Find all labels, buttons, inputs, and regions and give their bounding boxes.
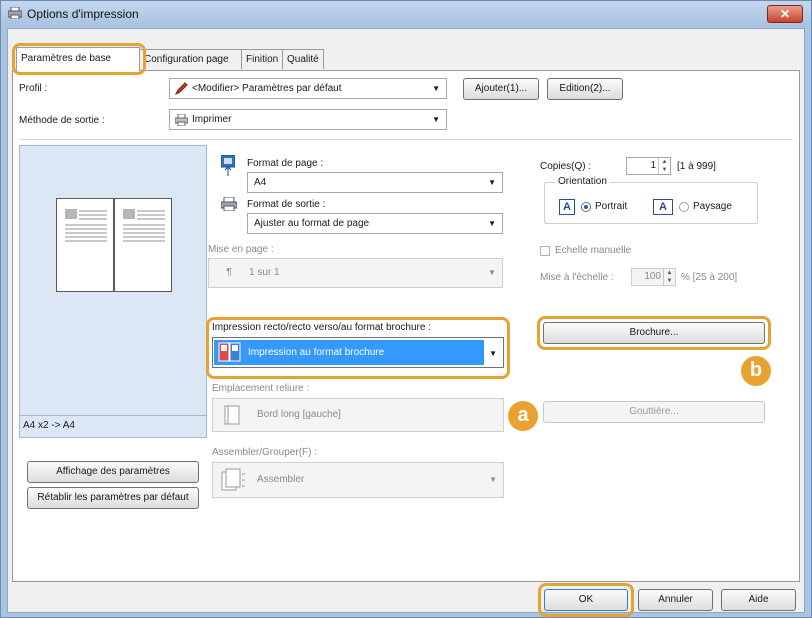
divider	[19, 139, 793, 140]
portrait-radio[interactable]	[581, 202, 591, 212]
printer-icon	[175, 114, 188, 126]
callout-a: a	[508, 401, 538, 431]
tab-quality[interactable]: Qualité	[282, 49, 324, 69]
page-size-label: Format de page :	[247, 158, 324, 169]
manual-scale-checkbox[interactable]	[540, 246, 550, 256]
page-size-value: A4	[254, 177, 267, 188]
output-size-value: Ajuster au format de page	[254, 218, 370, 229]
binding-label: Emplacement reliure :	[212, 383, 310, 394]
chevron-down-icon: ▼	[489, 349, 497, 358]
layout-value: 1 sur 1	[249, 267, 280, 278]
manual-scale-label: Echelle manuelle	[555, 245, 632, 256]
callout-b: b	[741, 356, 771, 386]
layout-select: ¶ 1 sur 1 ▼	[208, 258, 503, 288]
gutter-button: Gouttière...	[543, 401, 765, 423]
landscape-icon: A	[653, 199, 673, 215]
profile-value: <Modifier> Paramètres par défaut	[192, 83, 342, 94]
landscape-radio[interactable]	[679, 202, 689, 212]
duplex-select[interactable]: Impression au format brochure ▼	[212, 337, 504, 368]
collate-select: Assembler ▼	[212, 462, 504, 498]
copies-input[interactable]: 1 ▲ ▼	[626, 157, 671, 175]
chevron-down-icon: ▼	[432, 115, 440, 124]
dialog-client: Paramètres de base Configuration page Fi…	[7, 28, 805, 617]
copies-value: 1	[650, 160, 656, 171]
binding-value: Bord long [gauche]	[257, 409, 341, 420]
binding-select: Bord long [gauche]	[212, 398, 504, 432]
scale-input: 100 ▲ ▼	[631, 268, 676, 286]
preview-page-left	[56, 198, 114, 292]
scale-label: Mise à l'échelle :	[540, 272, 614, 283]
scale-range: % [25 à 200]	[681, 272, 738, 283]
title-bar: Options d'impression ✕	[1, 1, 811, 27]
spinner-arrows-icon[interactable]: ▲ ▼	[658, 158, 670, 174]
output-method-value: Imprimer	[192, 114, 232, 125]
preview-caption: A4 x2 -> A4	[19, 416, 207, 438]
chevron-down-icon: ▼	[489, 475, 497, 484]
chevron-down-icon: ▼	[488, 219, 496, 228]
profile-label: Profil :	[19, 83, 48, 94]
tab-page-setup[interactable]: Configuration page	[139, 49, 242, 69]
output-size-label: Format de sortie :	[247, 199, 326, 210]
chevron-down-icon: ▼	[432, 84, 440, 93]
edit-profile-button[interactable]: Edition(2)...	[547, 78, 623, 100]
portrait-label: Portrait	[595, 201, 628, 212]
duplex-label: Impression recto/recto verso/au format b…	[212, 322, 431, 333]
output-method-label: Méthode de sortie :	[19, 115, 105, 126]
tab-basic-settings[interactable]: Paramètres de base	[16, 47, 140, 71]
show-settings-button[interactable]: Affichage des paramètres	[27, 461, 199, 483]
page-size-icon	[221, 155, 235, 176]
close-button[interactable]: ✕	[767, 5, 803, 23]
landscape-label: Paysage	[693, 201, 732, 212]
copies-label: Copies(Q) :	[540, 161, 592, 172]
scale-value: 100	[644, 271, 661, 282]
cancel-button[interactable]: Annuler	[638, 589, 713, 611]
preview-page-right	[114, 198, 172, 292]
layout-label: Mise en page :	[208, 244, 274, 255]
page-size-select[interactable]: A4 ▼	[247, 172, 503, 193]
portrait-icon: A	[559, 199, 575, 215]
copies-range: [1 à 999]	[677, 161, 716, 172]
basic-settings-panel: Profil : <Modifier> Paramètres par défau…	[12, 70, 800, 582]
print-options-window: Options d'impression ✕ Paramètres de bas…	[0, 0, 812, 618]
pencil-icon	[175, 82, 188, 95]
booklet-icon	[218, 342, 241, 362]
collate-value: Assembler	[257, 474, 305, 485]
duplex-value: Impression au format brochure	[248, 347, 385, 358]
binding-page-icon	[224, 405, 240, 425]
ok-button[interactable]: OK	[544, 589, 628, 611]
orientation-label: Orientation	[555, 176, 610, 187]
output-method-select[interactable]: Imprimer ▼	[169, 109, 447, 130]
window-title: Options d'impression	[27, 7, 139, 21]
chevron-down-icon: ▼	[488, 178, 496, 187]
output-size-select[interactable]: Ajuster au format de page ▼	[247, 213, 503, 234]
chevron-down-icon: ▼	[488, 268, 496, 277]
add-profile-button[interactable]: Ajouter(1)...	[463, 78, 539, 100]
help-button[interactable]: Aide	[721, 589, 796, 611]
brochure-button[interactable]: Brochure...	[543, 322, 765, 344]
collate-label: Assembler/Grouper(F) :	[212, 447, 318, 458]
collate-icon	[221, 468, 245, 491]
spinner-arrows-icon: ▲ ▼	[663, 269, 675, 285]
orientation-group: Orientation A Portrait A Paysage	[544, 176, 758, 224]
print-preview	[19, 145, 207, 416]
duplex-selected-row: Impression au format brochure	[214, 340, 484, 365]
layout-page-icon: ¶	[226, 267, 232, 278]
output-size-icon	[221, 197, 237, 211]
profile-select[interactable]: <Modifier> Paramètres par défaut ▼	[169, 78, 447, 99]
restore-defaults-button[interactable]: Rétablir les paramètres par défaut	[27, 487, 199, 509]
tab-finishing[interactable]: Finition	[241, 49, 283, 69]
printer-icon	[8, 7, 22, 19]
